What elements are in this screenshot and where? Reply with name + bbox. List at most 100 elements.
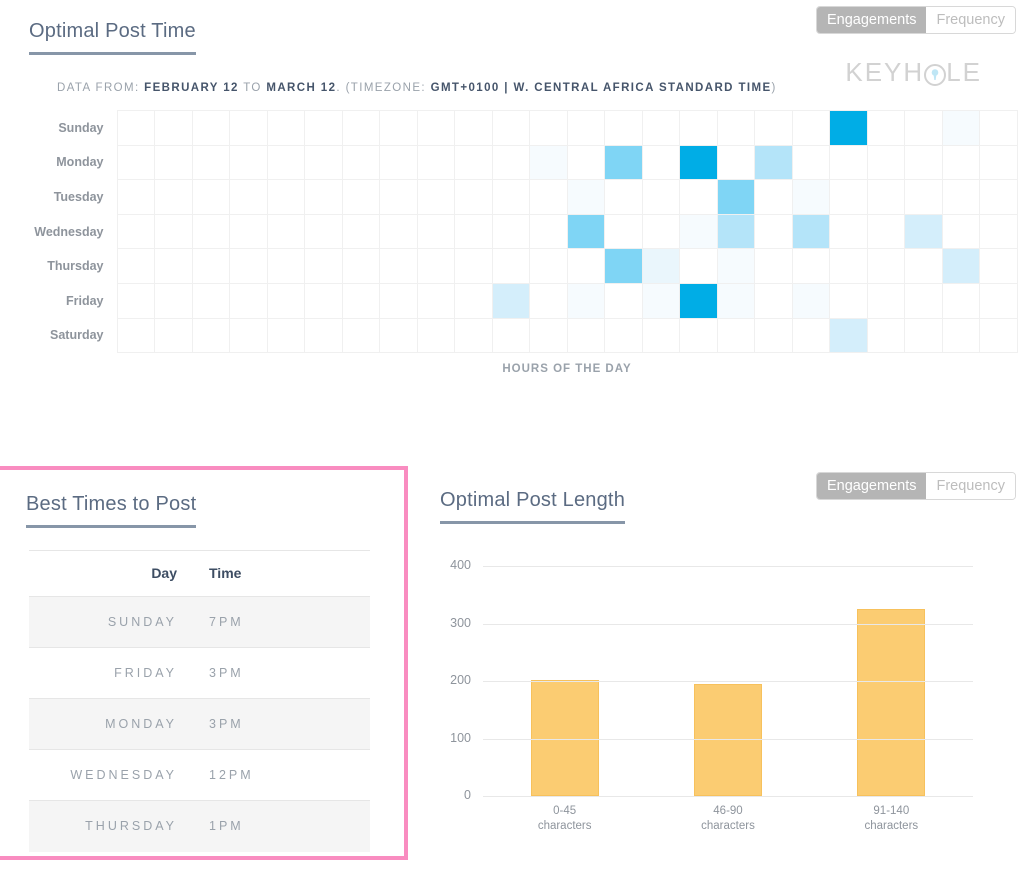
heatmap-cell[interactable] xyxy=(566,110,605,146)
heatmap-cell[interactable] xyxy=(266,282,305,319)
heatmap-cell[interactable] xyxy=(829,248,868,284)
heatmap-cell[interactable] xyxy=(491,282,530,319)
heatmap-cell[interactable] xyxy=(679,248,718,284)
heatmap-cell[interactable] xyxy=(904,179,943,215)
heatmap-cell[interactable] xyxy=(566,248,605,284)
toggle-frequency-option[interactable]: Frequency xyxy=(926,7,1015,33)
heatmap-cell[interactable] xyxy=(229,179,268,215)
heatmap-cell[interactable] xyxy=(679,144,718,181)
heatmap-cell[interactable] xyxy=(529,248,568,284)
heatmap-cell[interactable] xyxy=(266,213,305,250)
heatmap-cell[interactable] xyxy=(416,248,455,284)
heatmap-cell[interactable] xyxy=(454,179,493,215)
heatmap-cell[interactable] xyxy=(641,213,680,250)
heatmap-cell[interactable] xyxy=(566,282,605,319)
heatmap-cell[interactable] xyxy=(116,282,155,319)
heatmap-cell[interactable] xyxy=(491,213,530,250)
heatmap-cell[interactable] xyxy=(454,110,493,146)
heatmap-cell[interactable] xyxy=(604,248,643,284)
heatmap-cell[interactable] xyxy=(866,248,905,284)
heatmap-cell[interactable] xyxy=(716,213,755,250)
heatmap-cell[interactable] xyxy=(191,248,230,284)
heatmap-cell[interactable] xyxy=(454,248,493,284)
heatmap-cell[interactable] xyxy=(266,144,305,181)
heatmap-cell[interactable] xyxy=(491,179,530,215)
heatmap-cell[interactable] xyxy=(191,282,230,319)
heatmap-cell[interactable] xyxy=(229,213,268,250)
heatmap-cell[interactable] xyxy=(416,317,455,354)
heatmap-cell[interactable] xyxy=(829,144,868,181)
heatmap-cell[interactable] xyxy=(716,282,755,319)
heatmap-cell[interactable] xyxy=(829,179,868,215)
heatmap-cell[interactable] xyxy=(341,144,380,181)
heatmap-cell[interactable] xyxy=(341,282,380,319)
heatmap-cell[interactable] xyxy=(829,110,868,146)
heatmap-cell[interactable] xyxy=(866,317,905,354)
heatmap-cell[interactable] xyxy=(416,282,455,319)
heatmap-cell[interactable] xyxy=(979,213,1018,250)
heatmap-cell[interactable] xyxy=(341,179,380,215)
heatmap-cell[interactable] xyxy=(754,179,793,215)
heatmap-cell[interactable] xyxy=(529,179,568,215)
heatmap-cell[interactable] xyxy=(604,110,643,146)
heatmap-cell[interactable] xyxy=(341,317,380,354)
heatmap-cell[interactable] xyxy=(416,110,455,146)
heatmap-cell[interactable] xyxy=(904,282,943,319)
heatmap-cell[interactable] xyxy=(904,248,943,284)
heatmap-cell[interactable] xyxy=(416,213,455,250)
heatmap-cell[interactable] xyxy=(791,317,830,354)
heatmap-cell[interactable] xyxy=(829,213,868,250)
heatmap-cell[interactable] xyxy=(679,317,718,354)
heatmap-cell[interactable] xyxy=(904,110,943,146)
heatmap-cell[interactable] xyxy=(604,282,643,319)
heatmap-cell[interactable] xyxy=(866,144,905,181)
heatmap-cell[interactable] xyxy=(754,144,793,181)
heatmap-cell[interactable] xyxy=(154,317,193,354)
heatmap-cell[interactable] xyxy=(604,213,643,250)
heatmap-cell[interactable] xyxy=(754,213,793,250)
heatmap-cell[interactable] xyxy=(604,179,643,215)
heatmap-cell[interactable] xyxy=(979,179,1018,215)
heatmap-cell[interactable] xyxy=(379,213,418,250)
heatmap-cell[interactable] xyxy=(941,110,980,146)
heatmap-cell[interactable] xyxy=(416,144,455,181)
heatmap-cell[interactable] xyxy=(941,282,980,319)
heatmap-cell[interactable] xyxy=(379,317,418,354)
heatmap-cell[interactable] xyxy=(229,144,268,181)
heatmap-cell[interactable] xyxy=(379,282,418,319)
heatmap-cell[interactable] xyxy=(454,317,493,354)
heatmap-cell[interactable] xyxy=(416,179,455,215)
heatmap-cell[interactable] xyxy=(229,317,268,354)
heatmap-cell[interactable] xyxy=(829,317,868,354)
heatmap-cell[interactable] xyxy=(604,144,643,181)
heatmap-cell[interactable] xyxy=(679,282,718,319)
heatmap-cell[interactable] xyxy=(904,144,943,181)
heatmap-cell[interactable] xyxy=(979,110,1018,146)
heatmap-cell[interactable] xyxy=(491,144,530,181)
heatmap-cell[interactable] xyxy=(341,248,380,284)
heatmap-cell[interactable] xyxy=(266,317,305,354)
heatmap-cell[interactable] xyxy=(341,110,380,146)
heatmap-cell[interactable] xyxy=(941,317,980,354)
heatmap-cell[interactable] xyxy=(641,248,680,284)
heatmap-cell[interactable] xyxy=(529,282,568,319)
heatmap-cell[interactable] xyxy=(716,144,755,181)
heatmap-cell[interactable] xyxy=(979,282,1018,319)
heatmap-cell[interactable] xyxy=(229,282,268,319)
heatmap-cell[interactable] xyxy=(791,110,830,146)
heatmap-cell[interactable] xyxy=(791,144,830,181)
heatmap-cell[interactable] xyxy=(941,144,980,181)
heatmap-cell[interactable] xyxy=(679,179,718,215)
heatmap-cell[interactable] xyxy=(304,213,343,250)
optimal-post-length-toggle[interactable]: Engagements Frequency xyxy=(816,472,1016,500)
heatmap-cell[interactable] xyxy=(116,213,155,250)
heatmap-cell[interactable] xyxy=(266,248,305,284)
bar[interactable] xyxy=(694,683,762,796)
heatmap-cell[interactable] xyxy=(529,317,568,354)
heatmap-cell[interactable] xyxy=(454,213,493,250)
heatmap-cell[interactable] xyxy=(491,110,530,146)
heatmap-cell[interactable] xyxy=(716,317,755,354)
heatmap-cell[interactable] xyxy=(116,248,155,284)
heatmap-cell[interactable] xyxy=(641,144,680,181)
heatmap-cell[interactable] xyxy=(829,282,868,319)
